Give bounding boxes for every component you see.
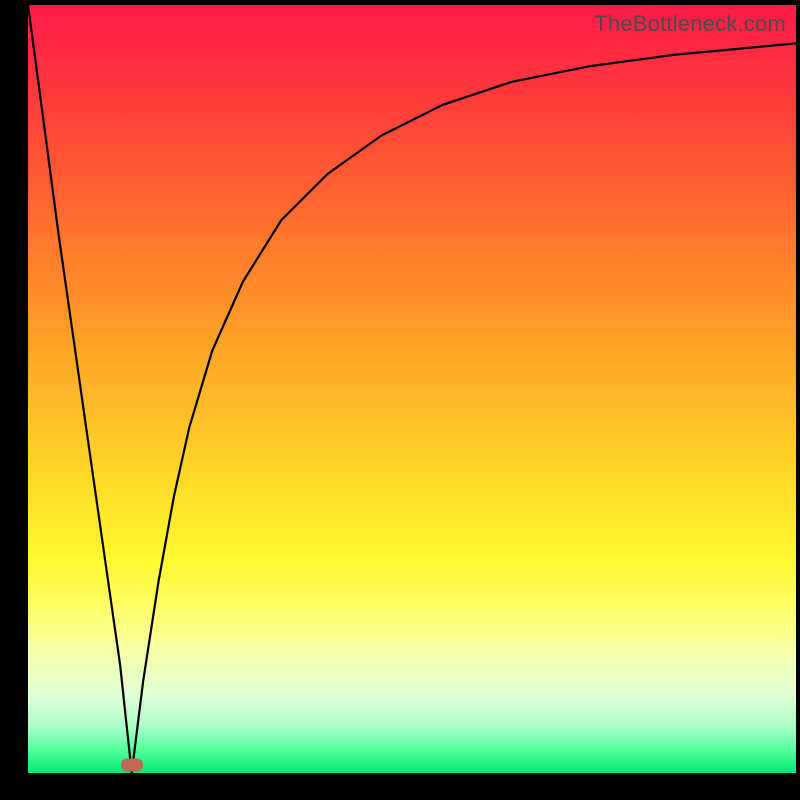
- optimal-point-marker: [121, 759, 143, 772]
- chart-container: TheBottleneck.com: [0, 0, 800, 800]
- bottleneck-curve: [28, 5, 796, 773]
- plot-area: TheBottleneck.com: [28, 5, 796, 773]
